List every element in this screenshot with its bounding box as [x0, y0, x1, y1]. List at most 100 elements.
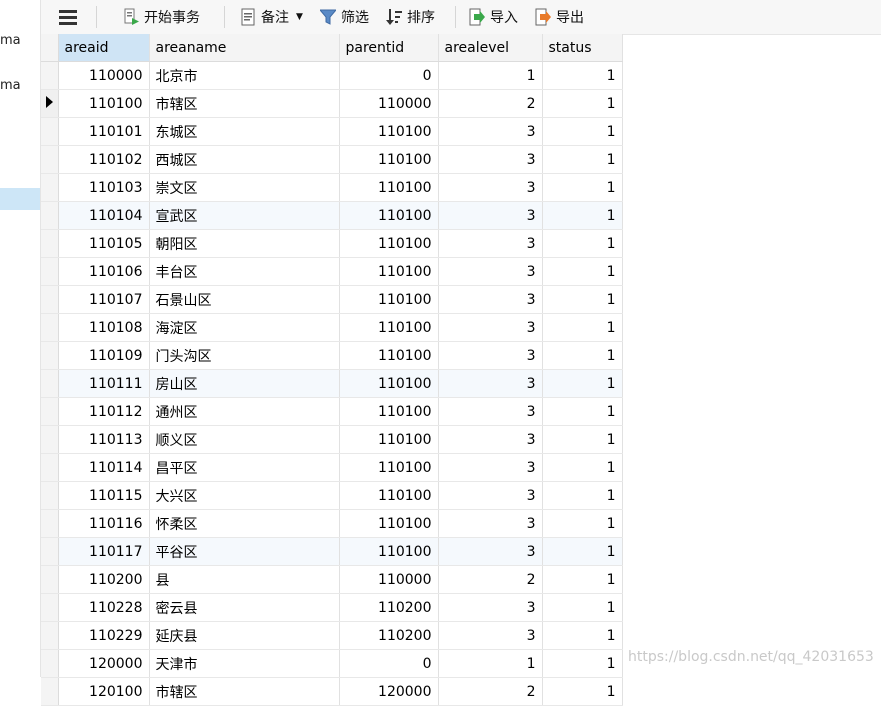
table-row[interactable]: 110112 通州区 110100 3 1 [41, 397, 623, 426]
row-indicator[interactable] [41, 425, 59, 454]
data-grid[interactable]: areaid areaname parentid arealevel statu… [41, 34, 623, 706]
filter-button[interactable]: 筛选 [320, 6, 369, 28]
cell-arealevel[interactable]: 1 [438, 649, 543, 678]
table-row[interactable]: 110200 县 110000 2 1 [41, 565, 623, 594]
cell-parentid[interactable]: 110100 [339, 341, 439, 370]
cell-areaid[interactable]: 110101 [58, 117, 150, 146]
tree-item[interactable]: ma [0, 78, 21, 93]
cell-status[interactable]: 1 [542, 229, 623, 258]
cell-parentid[interactable]: 110100 [339, 285, 439, 314]
cell-arealevel[interactable]: 1 [438, 61, 543, 90]
cell-status[interactable]: 1 [542, 565, 623, 594]
cell-arealevel[interactable]: 3 [438, 341, 543, 370]
cell-areaname[interactable]: 密云县 [149, 593, 340, 622]
cell-areaid[interactable]: 110229 [58, 621, 150, 650]
cell-status[interactable]: 1 [542, 649, 623, 678]
cell-areaid[interactable]: 110112 [58, 397, 150, 426]
cell-arealevel[interactable]: 2 [438, 677, 543, 706]
table-row[interactable]: 110000 北京市 0 1 1 [41, 61, 623, 90]
row-indicator[interactable] [41, 257, 59, 286]
cell-areaid[interactable]: 110228 [58, 593, 150, 622]
cell-areaname[interactable]: 顺义区 [149, 425, 340, 454]
cell-status[interactable]: 1 [542, 341, 623, 370]
cell-arealevel[interactable]: 3 [438, 313, 543, 342]
cell-status[interactable]: 1 [542, 453, 623, 482]
cell-areaname[interactable]: 门头沟区 [149, 341, 340, 370]
cell-parentid[interactable]: 110200 [339, 621, 439, 650]
cell-areaname[interactable]: 通州区 [149, 397, 340, 426]
row-indicator[interactable] [41, 369, 59, 398]
cell-areaname[interactable]: 石景山区 [149, 285, 340, 314]
table-row[interactable]: 110114 昌平区 110100 3 1 [41, 453, 623, 482]
cell-areaname[interactable]: 西城区 [149, 145, 340, 174]
cell-areaname[interactable]: 平谷区 [149, 537, 340, 566]
cell-parentid[interactable]: 0 [339, 649, 439, 678]
cell-parentid[interactable]: 110100 [339, 397, 439, 426]
tree-item-selected[interactable] [0, 188, 40, 210]
cell-parentid[interactable]: 110100 [339, 257, 439, 286]
cell-arealevel[interactable]: 2 [438, 565, 543, 594]
cell-arealevel[interactable]: 3 [438, 257, 543, 286]
tree-item[interactable]: ma [0, 33, 21, 48]
cell-areaname[interactable]: 市辖区 [149, 89, 340, 118]
cell-status[interactable]: 1 [542, 257, 623, 286]
table-row[interactable]: 110104 宣武区 110100 3 1 [41, 201, 623, 230]
cell-areaname[interactable]: 天津市 [149, 649, 340, 678]
cell-arealevel[interactable]: 3 [438, 369, 543, 398]
row-indicator[interactable] [41, 229, 59, 258]
menu-button[interactable] [59, 6, 77, 28]
note-button[interactable]: 备注 ▼ [240, 6, 303, 28]
cell-areaname[interactable]: 延庆县 [149, 621, 340, 650]
table-row[interactable]: 110113 顺义区 110100 3 1 [41, 425, 623, 454]
table-row[interactable]: 110115 大兴区 110100 3 1 [41, 481, 623, 510]
table-row[interactable]: 120000 天津市 0 1 1 [41, 649, 623, 678]
cell-status[interactable]: 1 [542, 621, 623, 650]
table-row[interactable]: 110107 石景山区 110100 3 1 [41, 285, 623, 314]
cell-parentid[interactable]: 110100 [339, 481, 439, 510]
cell-status[interactable]: 1 [542, 61, 623, 90]
column-header-areaname[interactable]: areaname [149, 34, 340, 62]
row-indicator[interactable] [41, 145, 59, 174]
cell-areaid[interactable]: 110114 [58, 453, 150, 482]
row-indicator[interactable] [41, 285, 59, 314]
cell-parentid[interactable]: 110100 [339, 173, 439, 202]
cell-areaname[interactable]: 朝阳区 [149, 229, 340, 258]
cell-parentid[interactable]: 110000 [339, 565, 439, 594]
cell-areaid[interactable]: 110117 [58, 537, 150, 566]
table-row[interactable]: 110108 海淀区 110100 3 1 [41, 313, 623, 342]
cell-arealevel[interactable]: 3 [438, 117, 543, 146]
row-indicator[interactable] [41, 593, 59, 622]
cell-areaid[interactable]: 110116 [58, 509, 150, 538]
export-button[interactable]: 导出 [535, 6, 584, 28]
cell-parentid[interactable]: 110100 [339, 201, 439, 230]
cell-arealevel[interactable]: 3 [438, 481, 543, 510]
cell-parentid[interactable]: 0 [339, 61, 439, 90]
row-indicator[interactable] [41, 509, 59, 538]
row-indicator[interactable] [41, 677, 59, 706]
row-indicator[interactable] [41, 537, 59, 566]
cell-arealevel[interactable]: 3 [438, 593, 543, 622]
cell-areaid[interactable]: 110107 [58, 285, 150, 314]
cell-parentid[interactable]: 110100 [339, 313, 439, 342]
cell-status[interactable]: 1 [542, 481, 623, 510]
table-row[interactable]: 120100 市辖区 120000 2 1 [41, 677, 623, 706]
column-header-status[interactable]: status [542, 34, 623, 62]
cell-areaname[interactable]: 海淀区 [149, 313, 340, 342]
row-indicator[interactable] [41, 453, 59, 482]
table-row[interactable]: 110229 延庆县 110200 3 1 [41, 621, 623, 650]
column-header-parentid[interactable]: parentid [339, 34, 439, 62]
cell-areaid[interactable]: 110113 [58, 425, 150, 454]
table-row[interactable]: 110101 东城区 110100 3 1 [41, 117, 623, 146]
cell-arealevel[interactable]: 2 [438, 89, 543, 118]
cell-areaid[interactable]: 110103 [58, 173, 150, 202]
begin-transaction-button[interactable]: 开始事务 [123, 6, 200, 28]
cell-parentid[interactable]: 110000 [339, 89, 439, 118]
cell-parentid[interactable]: 110100 [339, 453, 439, 482]
cell-arealevel[interactable]: 3 [438, 537, 543, 566]
cell-areaid[interactable]: 110115 [58, 481, 150, 510]
cell-parentid[interactable]: 110100 [339, 369, 439, 398]
table-row[interactable]: 110100 市辖区 110000 2 1 [41, 89, 623, 118]
table-row[interactable]: 110105 朝阳区 110100 3 1 [41, 229, 623, 258]
cell-arealevel[interactable]: 3 [438, 201, 543, 230]
cell-areaname[interactable]: 东城区 [149, 117, 340, 146]
